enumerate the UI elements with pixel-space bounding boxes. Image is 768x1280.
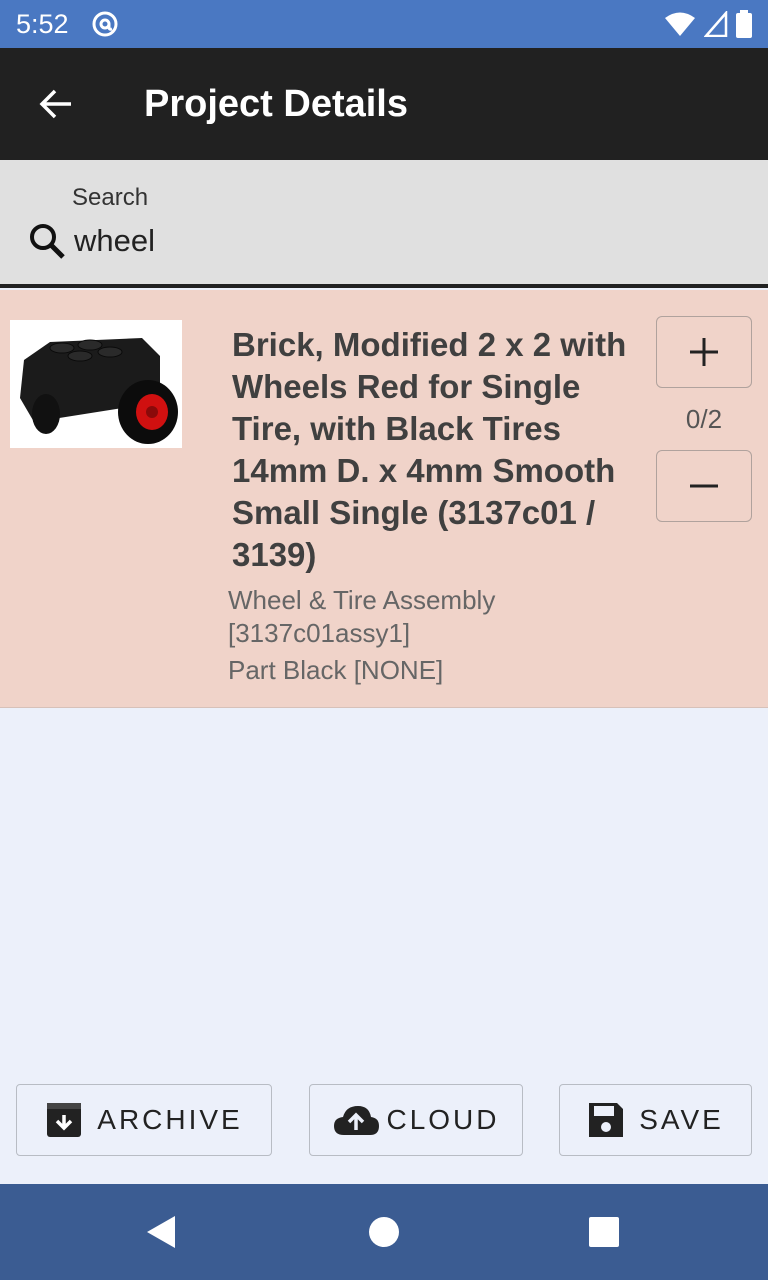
part-color: Part Black [NONE] bbox=[228, 655, 444, 685]
signal-icon bbox=[704, 11, 728, 37]
nav-back-button[interactable] bbox=[114, 1184, 210, 1280]
cloud-label: CLOUD bbox=[386, 1104, 500, 1135]
save-icon bbox=[589, 1103, 624, 1137]
system-nav-bar bbox=[0, 1184, 768, 1280]
list-item[interactable]: Brick, Modified 2 x 2 with Wheels Red fo… bbox=[0, 290, 768, 708]
at-sign-icon bbox=[92, 11, 118, 37]
wifi-icon bbox=[665, 12, 695, 36]
status-bar: 5:52 bbox=[0, 0, 768, 48]
part-thumbnail bbox=[10, 320, 182, 448]
status-time: 5:52 bbox=[16, 8, 69, 39]
back-arrow-icon bbox=[39, 89, 71, 119]
nav-home-icon bbox=[369, 1217, 399, 1247]
part-title: Brick, Modified 2 x 2 with Wheels Red fo… bbox=[232, 326, 627, 573]
page-title: Project Details bbox=[144, 82, 408, 125]
archive-icon bbox=[47, 1103, 82, 1137]
decrement-button[interactable] bbox=[656, 450, 752, 522]
battery-icon bbox=[736, 10, 752, 38]
nav-recents-icon bbox=[589, 1217, 619, 1247]
increment-button[interactable] bbox=[656, 316, 752, 388]
action-bar: ARCHIVE CLOUD SAVE bbox=[0, 1084, 768, 1156]
cloud-upload-icon bbox=[334, 1106, 380, 1135]
part-subtitle: Wheel & Tire Assembly [3137c01assy1] bbox=[228, 585, 496, 648]
nav-back-icon bbox=[147, 1216, 175, 1248]
search-icon bbox=[30, 224, 65, 259]
save-button[interactable]: SAVE bbox=[559, 1084, 752, 1156]
save-label: SAVE bbox=[639, 1104, 724, 1135]
quantity-count: 0/2 bbox=[685, 404, 723, 434]
back-button[interactable] bbox=[0, 48, 112, 160]
minus-icon bbox=[690, 484, 718, 488]
app-bar: Project Details bbox=[0, 48, 768, 160]
search-label: Search bbox=[72, 184, 149, 211]
nav-recents-button[interactable] bbox=[556, 1184, 652, 1280]
nav-home-button[interactable] bbox=[336, 1184, 432, 1280]
search-field[interactable]: Search bbox=[0, 160, 768, 288]
cloud-button[interactable]: CLOUD bbox=[309, 1084, 523, 1156]
search-input[interactable] bbox=[74, 223, 674, 259]
archive-label: ARCHIVE bbox=[97, 1104, 243, 1135]
archive-button[interactable]: ARCHIVE bbox=[16, 1084, 272, 1156]
plus-icon bbox=[690, 338, 718, 366]
